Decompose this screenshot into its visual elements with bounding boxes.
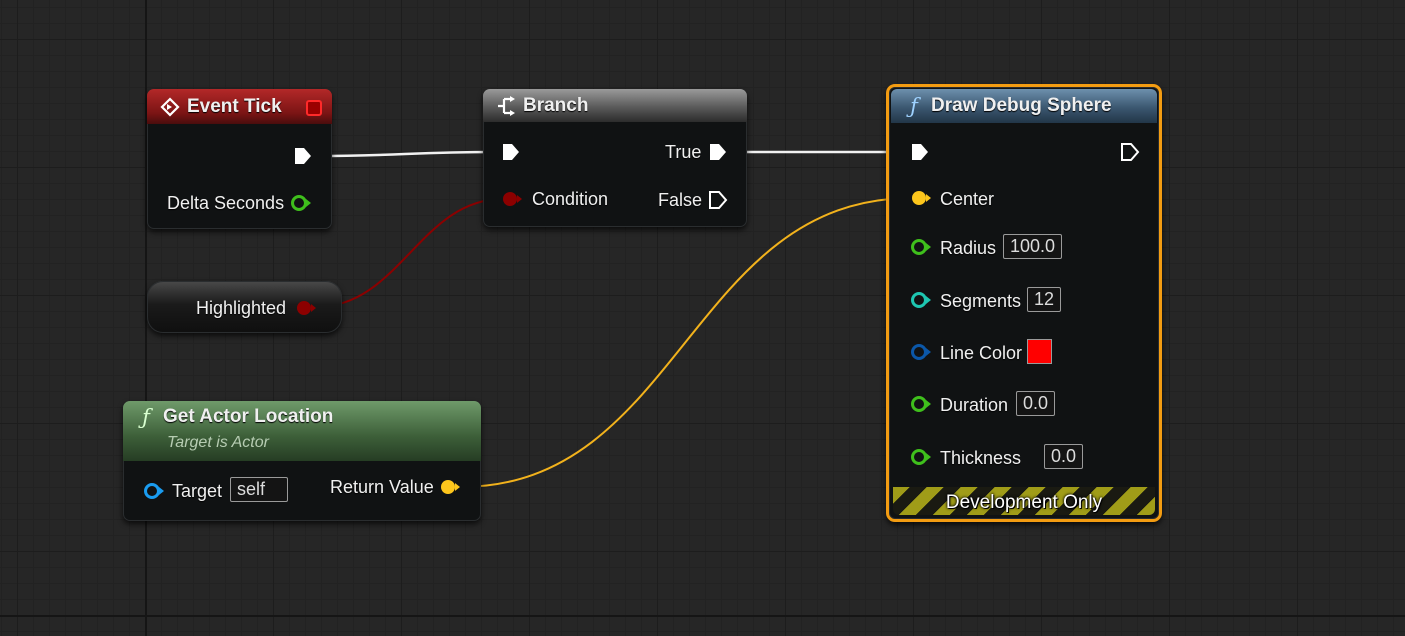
branch-false-label: False (658, 190, 703, 210)
draw-exec-in-pin[interactable] (910, 142, 930, 162)
vector-wire-location-to-center (459, 197, 913, 488)
branch-true-label: True (665, 142, 702, 162)
branch-true-pin[interactable] (708, 142, 728, 162)
duration-pin[interactable] (910, 395, 931, 413)
radius-label: Radius (940, 238, 997, 258)
event-tick-exec-out-pin[interactable] (293, 146, 313, 166)
exec-wire-tick-to-branch (312, 150, 498, 158)
branch-header[interactable]: Branch (483, 89, 747, 122)
get-actor-location-node[interactable]: ƒ Get Actor Location Target is Actor Tar… (123, 401, 481, 521)
target-label: Target (172, 481, 223, 501)
segments-label: Segments (940, 291, 1022, 311)
draw-debug-sphere-title: Draw Debug Sphere (931, 95, 1112, 116)
branch-title: Branch (523, 94, 589, 116)
thickness-label: Thickness (940, 448, 1022, 468)
line-color-swatch[interactable] (1027, 339, 1052, 364)
delta-seconds-label: Delta Seconds (167, 193, 285, 213)
development-only-label: Development Only (945, 492, 1103, 513)
branch-exec-in-pin[interactable] (501, 142, 521, 162)
event-diamond-icon (159, 96, 181, 118)
thickness-value-field[interactable]: 0.0 (1044, 444, 1084, 469)
stop-icon[interactable] (306, 100, 322, 116)
draw-debug-sphere-node[interactable]: ƒ Draw Debug Sphere Center Radius 100.0 … (886, 84, 1162, 522)
duration-value-field[interactable]: 0.0 (1016, 391, 1056, 416)
branch-false-pin[interactable] (708, 190, 728, 210)
bool-wire-highlighted-to-condition (315, 198, 504, 308)
branch-icon (495, 95, 517, 117)
line-color-label: Line Color (940, 343, 1023, 363)
function-icon: ƒ (142, 405, 150, 429)
center-label: Center (940, 189, 995, 209)
branch-condition-label: Condition (532, 189, 609, 209)
center-pin[interactable] (910, 189, 931, 207)
delta-seconds-pin[interactable] (290, 194, 311, 212)
get-actor-location-subtitle: Target is Actor (167, 434, 269, 451)
highlighted-bool-pin[interactable] (295, 299, 316, 317)
duration-label: Duration (940, 395, 1009, 415)
draw-debug-sphere-header[interactable]: ƒ Draw Debug Sphere (891, 89, 1157, 123)
target-pin[interactable] (143, 482, 164, 500)
get-actor-location-title: Get Actor Location (163, 406, 334, 427)
branch-condition-pin[interactable] (501, 190, 522, 208)
get-actor-location-header[interactable]: ƒ Get Actor Location Target is Actor (123, 401, 481, 461)
return-value-pin[interactable] (439, 478, 460, 496)
event-tick-title: Event Tick (187, 95, 282, 117)
event-tick-header[interactable]: Event Tick (147, 89, 332, 124)
return-value-label: Return Value (330, 477, 434, 497)
function-icon: ƒ (910, 94, 918, 118)
branch-node[interactable]: Branch True Condition False (483, 89, 747, 227)
event-tick-node[interactable]: Event Tick Delta Seconds (147, 89, 332, 229)
highlighted-variable-node[interactable]: Highlighted (147, 281, 342, 333)
radius-value-field[interactable]: 100.0 (1003, 234, 1063, 259)
draw-exec-out-pin[interactable] (1120, 142, 1140, 162)
segments-pin[interactable] (910, 291, 931, 309)
radius-pin[interactable] (910, 238, 931, 256)
line-color-pin[interactable] (910, 343, 931, 361)
blueprint-graph-canvas[interactable]: Event Tick Delta Seconds Branch True Con… (0, 0, 1405, 636)
segments-value-field[interactable]: 12 (1027, 287, 1062, 312)
target-value-field[interactable]: self (230, 477, 288, 502)
highlighted-label: Highlighted (196, 298, 287, 318)
thickness-pin[interactable] (910, 448, 931, 466)
